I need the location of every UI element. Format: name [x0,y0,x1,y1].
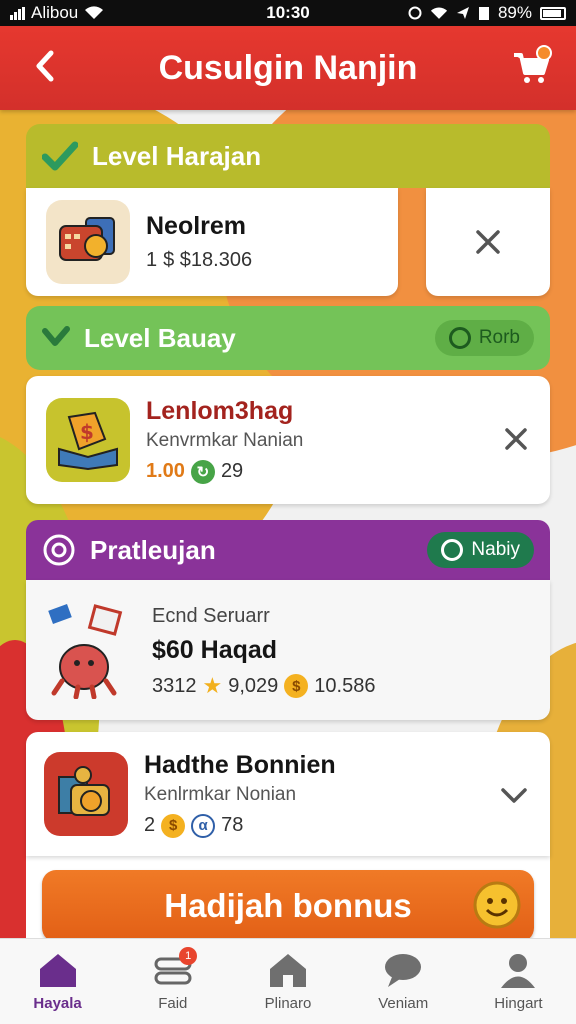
tab-home[interactable]: Hayala [0,939,115,1024]
item-stat-c: 10.586 [314,674,376,697]
item-subtitle: Kenlrmkar Nonian [144,783,297,805]
tab-label: Hingart [494,995,543,1012]
star-icon: ★ [202,673,223,698]
page-title: Cusulgin Nanjin [158,48,418,87]
app-header: Cusulgin Nanjin [0,26,576,110]
section-title: Pratleujan [90,534,216,565]
item-count: 29 [220,460,244,482]
dismiss-button[interactable] [426,188,550,296]
list-item[interactable]: Neolrem 1 $ $18.306 [26,188,398,296]
clock-icon [441,539,464,561]
item-name: Hadthe Bonnien [144,750,336,779]
battery-icon [540,6,566,20]
item-count: 2 [144,814,156,836]
tab-profile[interactable]: Hingart [461,939,576,1024]
coin-icon: $ [284,674,309,698]
list-item[interactable]: $ Lenlom3hag Kenvrmkar Nanian 1.00 ↻ 29 [26,376,550,504]
bonus-button[interactable]: Hadijah bonnus [42,870,534,942]
tab-store[interactable]: Plinaro [230,939,345,1024]
list-item[interactable]: Hadthe Bonnien Kenlrmkar Nonian 2 $ α 78 [26,732,550,856]
wallet-thumbnail [46,200,130,284]
refresh-icon: ↻ [190,459,215,484]
mascot-thumbnail [46,600,136,700]
bonus-container: Hadijah bonnus [26,856,550,950]
item-label: Ecnd Seruarr [152,605,270,627]
item-count: 1 [146,249,158,271]
treasure-thumbnail [44,752,128,836]
main-content: Level Harajan Neolrem 1 $ $18.306 Level … [26,124,550,950]
tab-chat[interactable]: Veniam [346,939,461,1024]
bonus-label: Hadijah bonnus [164,887,412,924]
profile-icon [501,954,536,988]
tab-feed[interactable]: 1 Faid [115,939,230,1024]
close-icon [505,428,527,450]
chevron-down-icon [501,788,527,803]
home-icon [39,954,76,987]
bottom-tab-bar: Hayala 1 Faid Plinaro Veniam Hingart [0,938,576,1024]
money-book-thumbnail: $ [46,398,130,482]
item-points: 1.00 [146,460,185,482]
svg-text:$: $ [80,420,94,444]
smiley-coin-icon [472,880,522,938]
tab-badge: 1 [179,947,198,965]
close-icon [476,230,500,254]
target-icon [42,533,76,567]
chat-icon [385,954,422,987]
item-value: 78 [221,814,244,836]
item-price: $ $18.306 [163,249,253,271]
section-title: Level Bauay [84,322,236,353]
cart-badge [536,45,552,61]
chevron-icon [42,325,70,351]
section-header-pratleujan[interactable]: Pratleujan Nabiy [26,520,550,580]
section-status-pill[interactable]: Nabiy [427,532,534,568]
section-title: Level Harajan [92,140,262,171]
status-bar: Alibou 10:30 89% [0,0,576,26]
section-status-pill[interactable]: Rorb [434,320,534,356]
status-time: 10:30 [266,3,310,22]
pill-label: Rorb [478,327,520,348]
item-stat-b: 9,029 [228,674,279,697]
cart-button[interactable] [486,45,576,85]
close-button[interactable] [504,424,528,456]
coin-icon: $ [161,813,186,838]
tab-label: Plinaro [264,995,312,1012]
item-name: $60 Haqad [152,636,278,664]
tab-label: Veniam [378,995,429,1012]
level-harajan-card: Neolrem 1 $ $18.306 [26,188,550,296]
section-header-level-bauay[interactable]: Level Bauay Rorb [26,306,550,370]
back-button[interactable] [0,46,90,90]
list-item[interactable]: Ecnd Seruarr $60 Haqad 3312 ★ 9,029 $ 10… [26,580,550,720]
badge-icon: α [191,813,216,838]
tab-label: Faid [158,995,188,1012]
item-name: Lenlom3hag [146,396,294,425]
clock-icon [448,327,471,349]
tab-label: Hayala [33,995,82,1012]
item-subtitle: Kenvrmkar Nanian [146,429,304,451]
item-name: Neolrem [146,212,247,240]
store-icon [270,954,306,987]
expand-button[interactable] [500,778,528,810]
item-stat-a: 3312 [152,674,197,697]
chevron-left-icon [36,50,54,82]
check-icon [42,141,78,171]
pill-label: Nabiy [471,539,520,560]
section-header-level-harajan[interactable]: Level Harajan [26,124,550,188]
